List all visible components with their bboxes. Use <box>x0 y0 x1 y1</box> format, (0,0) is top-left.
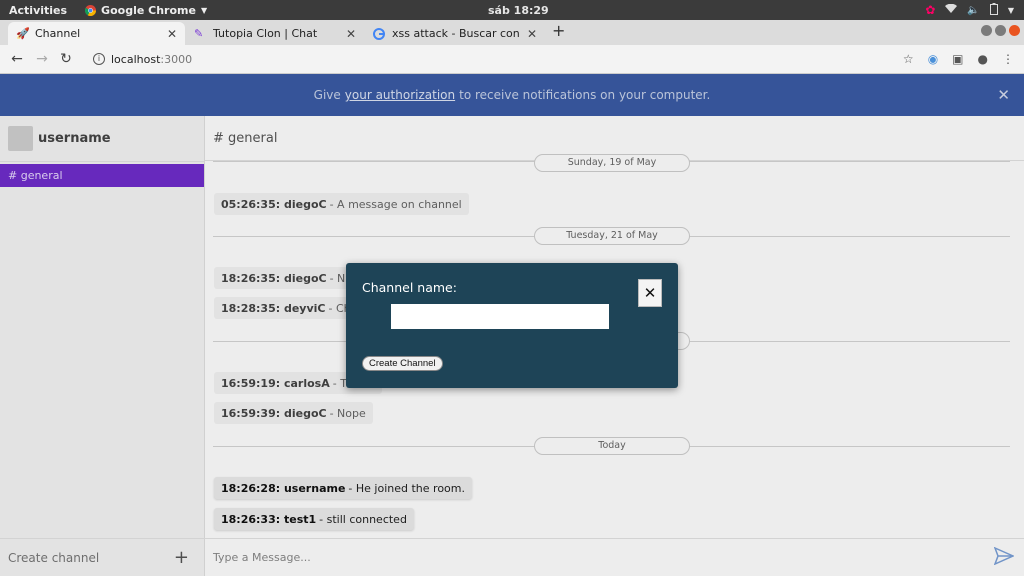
wifi-icon <box>945 3 958 17</box>
google-icon <box>373 27 385 40</box>
create-channel-modal: Channel name: ✕ Create Channel <box>346 263 678 388</box>
url-host: localhost <box>111 52 161 66</box>
tab-title: xss attack - Buscar con Go <box>392 27 521 40</box>
profile-icon[interactable]: ● <box>978 52 988 66</box>
more-menu-icon[interactable]: ⋮ <box>1002 52 1014 66</box>
extension-2-icon[interactable]: ▣ <box>952 52 963 66</box>
volume-icon: 🔈 <box>967 4 980 16</box>
pencil-icon: ✎ <box>194 26 204 40</box>
minimize-button[interactable] <box>981 25 992 36</box>
close-window-button[interactable] <box>1009 25 1020 36</box>
close-modal-button[interactable]: ✕ <box>638 279 662 307</box>
site-info-icon[interactable]: i <box>93 53 105 65</box>
toolbar-right: ☆ ◉ ▣ ● ⋮ <box>903 52 1014 66</box>
tab-strip: 🚀 Channel ✕ ✎ Tutopia Clon | Chat ✕ xss … <box>0 20 1024 45</box>
window-controls <box>981 25 1020 36</box>
battery-icon <box>989 2 998 18</box>
rocket-icon: 🚀 <box>16 26 30 40</box>
back-icon[interactable]: ← <box>10 51 24 67</box>
maximize-button[interactable] <box>995 25 1006 36</box>
tab-google-search[interactable]: xss attack - Buscar con Go ✕ <box>365 22 545 45</box>
tab-tutopia[interactable]: ✎ Tutopia Clon | Chat ✕ <box>186 22 364 45</box>
bookmark-star-icon[interactable]: ☆ <box>903 52 914 66</box>
url-port: :3000 <box>160 52 193 66</box>
activities-button[interactable]: Activities <box>9 4 67 17</box>
chrome-icon <box>85 4 97 16</box>
tab-title: Channel <box>35 27 81 40</box>
url-field[interactable]: localhost:3000 <box>111 53 192 66</box>
system-menu-chevron-icon[interactable]: ▼ <box>1008 6 1014 15</box>
chevron-down-icon: ▼ <box>200 5 208 15</box>
new-tab-button[interactable]: + <box>552 21 565 40</box>
create-channel-button[interactable]: Create Channel <box>362 356 443 371</box>
app-indicator-icon[interactable]: ✿ <box>925 3 935 17</box>
tab-channel[interactable]: 🚀 Channel ✕ <box>8 22 185 45</box>
address-bar: ← → ↻ i localhost:3000 ☆ ◉ ▣ ● ⋮ <box>0 45 1024 74</box>
forward-icon[interactable]: → <box>35 51 49 67</box>
tab-close-icon[interactable]: ✕ <box>527 27 537 41</box>
tab-close-icon[interactable]: ✕ <box>167 27 177 41</box>
channel-name-label: Channel name: <box>362 280 457 295</box>
tab-close-icon[interactable]: ✕ <box>346 27 356 41</box>
app-menu[interactable]: Google Chrome ▼ <box>85 4 207 17</box>
app-name: Google Chrome <box>101 3 196 17</box>
reload-icon[interactable]: ↻ <box>59 51 73 67</box>
clock[interactable]: sáb 18:29 <box>488 4 549 17</box>
tab-title: Tutopia Clon | Chat <box>213 27 318 40</box>
system-tray[interactable]: ✿ 🔈 ▼ <box>925 2 1014 18</box>
channel-name-input[interactable] <box>391 304 609 329</box>
os-top-bar: Activities Google Chrome ▼ sáb 18:29 ✿ 🔈… <box>0 0 1024 20</box>
extension-icon[interactable]: ◉ <box>928 52 938 66</box>
